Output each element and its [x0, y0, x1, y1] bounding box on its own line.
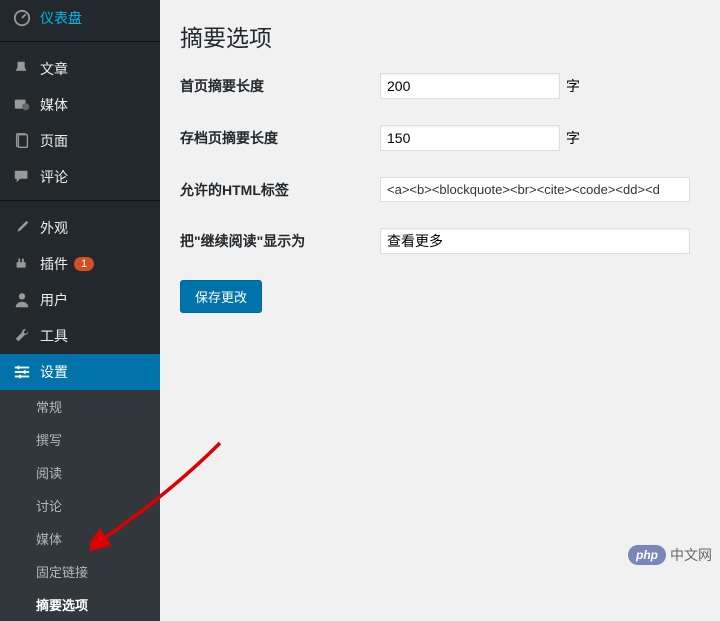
menu-separator [0, 200, 160, 205]
dashboard-icon [12, 8, 32, 28]
label-allowed-html: 允许的HTML标签 [180, 180, 380, 200]
menu-label: 用户 [40, 290, 68, 310]
menu-label: 媒体 [40, 95, 68, 115]
php-text: 中文网 [670, 545, 712, 565]
menu-appearance[interactable]: 外观 [0, 210, 160, 246]
plugin-icon [12, 254, 32, 274]
submenu-general[interactable]: 常规 [0, 390, 160, 423]
update-badge: 1 [74, 257, 94, 271]
media-icon [12, 95, 32, 115]
label-archive-excerpt: 存档页摘要长度 [180, 128, 380, 148]
admin-sidebar: 仪表盘 文章 媒体 页面 评论 外观 插件 1 用户 工具 设置 常规 撰写 [0, 0, 160, 583]
menu-label: 设置 [40, 362, 68, 382]
label-readmore: 把"继续阅读"显示为 [180, 231, 380, 251]
comment-icon [12, 167, 32, 187]
menu-posts[interactable]: 文章 [0, 51, 160, 87]
page-title: 摘要选项 [180, 10, 700, 73]
row-allowed-html: 允许的HTML标签 <a><b><blockquote><br><cite><c… [180, 177, 700, 202]
menu-separator [0, 41, 160, 46]
row-readmore: 把"继续阅读"显示为 [180, 228, 700, 254]
label-home-excerpt: 首页摘要长度 [180, 76, 380, 96]
row-archive-excerpt: 存档页摘要长度 字 [180, 125, 700, 151]
row-home-excerpt: 首页摘要长度 字 [180, 73, 700, 99]
brush-icon [12, 218, 32, 238]
sliders-icon [12, 362, 32, 382]
menu-dashboard[interactable]: 仪表盘 [0, 0, 160, 36]
menu-label: 插件 [40, 254, 68, 274]
menu-label: 页面 [40, 131, 68, 151]
input-readmore[interactable] [380, 228, 690, 254]
menu-settings[interactable]: 设置 [0, 354, 160, 390]
submenu-media[interactable]: 媒体 [0, 522, 160, 555]
pin-icon [12, 59, 32, 79]
settings-submenu: 常规 撰写 阅读 讨论 媒体 固定链接 摘要选项 [0, 390, 160, 621]
suffix-home-excerpt: 字 [566, 76, 580, 96]
page-icon [12, 131, 32, 151]
menu-pages[interactable]: 页面 [0, 123, 160, 159]
input-archive-excerpt[interactable] [380, 125, 560, 151]
menu-label: 仪表盘 [40, 8, 82, 28]
submenu-discussion[interactable]: 讨论 [0, 489, 160, 522]
submenu-writing[interactable]: 撰写 [0, 423, 160, 456]
menu-label: 文章 [40, 59, 68, 79]
main-content: 摘要选项 首页摘要长度 字 存档页摘要长度 字 允许的HTML标签 <a><b>… [160, 0, 720, 583]
php-logo: php [628, 545, 666, 565]
menu-label: 外观 [40, 218, 68, 238]
menu-label: 评论 [40, 167, 68, 187]
watermark: php 中文网 [628, 545, 712, 565]
suffix-archive-excerpt: 字 [566, 128, 580, 148]
menu-media[interactable]: 媒体 [0, 87, 160, 123]
submenu-permalinks[interactable]: 固定链接 [0, 555, 160, 588]
display-allowed-html: <a><b><blockquote><br><cite><code><dd><d [380, 177, 690, 202]
menu-tools[interactable]: 工具 [0, 318, 160, 354]
wrench-icon [12, 326, 32, 346]
menu-users[interactable]: 用户 [0, 282, 160, 318]
menu-comments[interactable]: 评论 [0, 159, 160, 195]
save-button[interactable]: 保存更改 [180, 280, 262, 313]
user-icon [12, 290, 32, 310]
input-home-excerpt[interactable] [380, 73, 560, 99]
submenu-excerpt[interactable]: 摘要选项 [0, 588, 160, 621]
menu-label: 工具 [40, 326, 68, 346]
menu-plugins[interactable]: 插件 1 [0, 246, 160, 282]
submenu-reading[interactable]: 阅读 [0, 456, 160, 489]
